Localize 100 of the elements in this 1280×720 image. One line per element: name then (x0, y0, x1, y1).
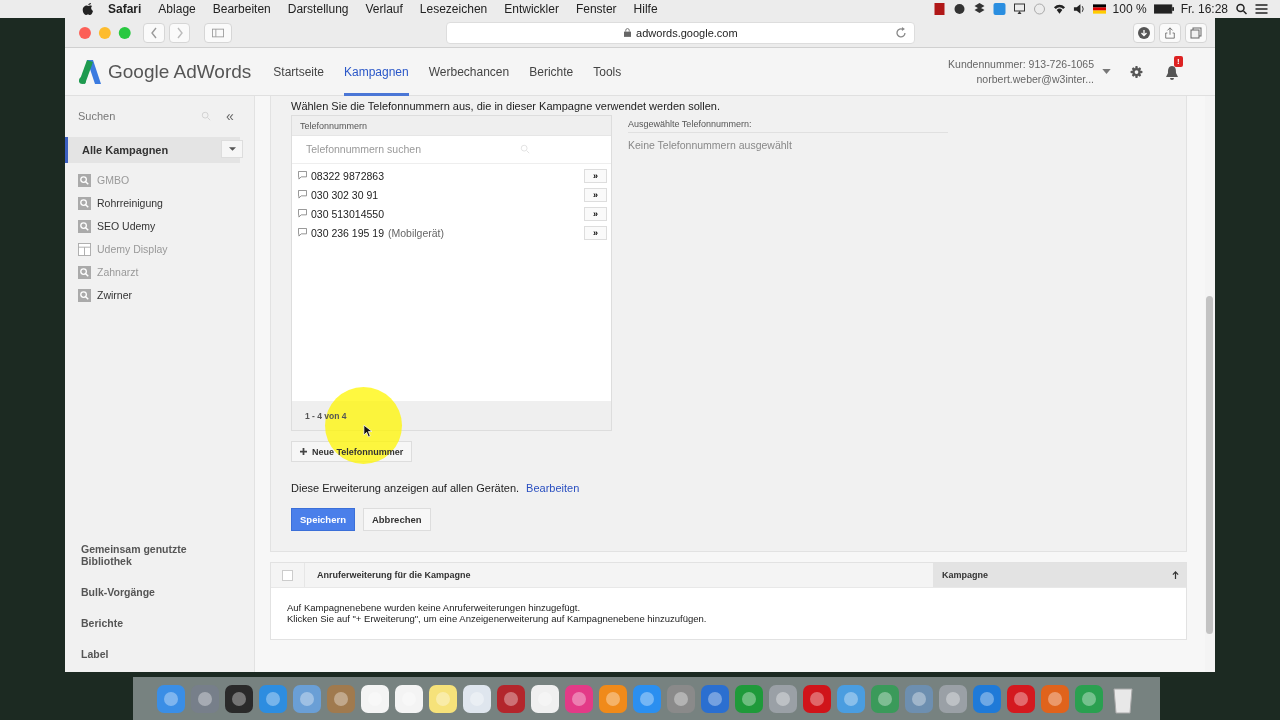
wifi-icon[interactable] (1052, 3, 1066, 15)
dropdown-button[interactable] (221, 140, 243, 158)
nav-tab[interactable]: Berichte (529, 47, 574, 96)
app-icon[interactable] (223, 683, 254, 714)
column-header[interactable]: Kampagne (933, 563, 1186, 587)
sort-arrow-icon[interactable] (1172, 571, 1179, 579)
app-icon[interactable] (325, 683, 356, 714)
tabs-button[interactable] (1185, 22, 1207, 43)
app-icon[interactable] (427, 683, 458, 714)
app-icon[interactable] (291, 683, 322, 714)
app-icon[interactable] (665, 683, 696, 714)
sidebar-button[interactable] (204, 22, 233, 43)
phone-search-field[interactable]: Telefonnummern suchen (297, 138, 537, 160)
scrollbar-thumb[interactable] (1206, 296, 1213, 634)
app-icon[interactable] (529, 683, 560, 714)
app-icon[interactable] (835, 683, 866, 714)
display-campaign-icon (78, 242, 91, 256)
nav-tab[interactable]: Tools (593, 47, 622, 96)
clock-icon[interactable] (1032, 3, 1046, 15)
app-icon[interactable] (801, 683, 832, 714)
add-number-button[interactable]: » (584, 168, 607, 183)
menu-item[interactable]: Bearbeiten (212, 2, 271, 16)
apple-icon[interactable] (82, 2, 94, 16)
app-icon[interactable] (597, 683, 628, 714)
sidebar-icon[interactable] (212, 26, 225, 39)
menu-item[interactable]: Verlauf (365, 2, 403, 16)
address-bar[interactable]: adwords.google.com (446, 21, 916, 44)
display-icon[interactable] (1012, 3, 1026, 15)
app-icon[interactable] (189, 683, 220, 714)
menu-item[interactable]: Fenster (575, 2, 617, 16)
campaign-link[interactable]: SEO Udemy (97, 220, 156, 232)
app-icon[interactable] (393, 683, 424, 714)
campaign-link[interactable]: Zwirner (97, 289, 132, 301)
nav-tab[interactable]: Startseite (273, 47, 324, 96)
battery-icon[interactable] (1153, 3, 1174, 15)
list-icon[interactable] (1255, 3, 1268, 15)
search-field[interactable]: Suchen (78, 105, 218, 127)
save-button[interactable]: Speichern (291, 508, 355, 531)
app-icon[interactable] (767, 683, 798, 714)
app-icon[interactable] (699, 683, 730, 714)
caret-icon[interactable] (228, 147, 236, 151)
app-icon[interactable] (631, 683, 662, 714)
menu-item[interactable]: Lesezeichen (419, 2, 488, 16)
checkbox[interactable] (282, 569, 293, 581)
nav-tab[interactable]: Werbechancen (428, 47, 510, 96)
search-campaign-icon (78, 173, 91, 187)
reload-icon[interactable] (895, 26, 908, 39)
share-icon[interactable] (1164, 26, 1177, 39)
sidebar-link[interactable]: Label (81, 648, 201, 660)
menu-item[interactable]: Hilfe (633, 2, 658, 16)
app-icon[interactable] (971, 683, 1002, 714)
cancel-button[interactable]: Abbrechen (362, 508, 431, 531)
menu-item[interactable]: Entwickler (504, 2, 559, 16)
download-button[interactable] (1133, 22, 1156, 43)
back-button[interactable] (142, 22, 165, 43)
app-icon[interactable] (155, 683, 186, 714)
campaign-link[interactable]: Rohrreinigung (97, 197, 163, 209)
app-icon[interactable] (461, 683, 492, 714)
app-icon[interactable] (869, 683, 900, 714)
menu-item[interactable]: Darstellung (287, 2, 349, 16)
flag-icon[interactable] (1092, 3, 1106, 15)
search-campaign-icon (78, 265, 91, 279)
account-email[interactable]: norbert.weber@w3inter... (976, 73, 1094, 85)
search-icon[interactable] (1235, 3, 1248, 15)
app-icon[interactable] (1005, 683, 1036, 714)
app-icon[interactable] (359, 683, 390, 714)
menu-item[interactable]: Ablage (158, 2, 196, 16)
add-number-button[interactable]: » (584, 206, 607, 221)
sidebar-link[interactable]: Berichte (81, 617, 201, 629)
app-tile-icon[interactable] (992, 3, 1006, 15)
notification-bell-icon[interactable] (1165, 64, 1179, 81)
app-menu[interactable]: Safari (108, 2, 142, 16)
app-icon[interactable] (563, 683, 594, 714)
tabs-icon[interactable] (1190, 26, 1203, 39)
caret-icon[interactable] (1102, 69, 1111, 74)
phone-number: 030 513014550 (311, 207, 384, 220)
app-icon[interactable] (257, 683, 288, 714)
app-icon[interactable] (1039, 683, 1070, 714)
forward-button[interactable] (168, 22, 191, 43)
app-icon[interactable] (495, 683, 526, 714)
app-icon[interactable] (733, 683, 764, 714)
speech-bubble-icon (298, 190, 307, 199)
settings-icon[interactable] (1129, 63, 1144, 80)
volume-icon[interactable] (1072, 3, 1086, 15)
sidebar-link[interactable]: Bulk-Vorgänge (81, 586, 201, 598)
app-icon[interactable] (903, 683, 934, 714)
add-number-button[interactable]: » (584, 225, 607, 240)
collapse-button[interactable]: « (226, 108, 234, 124)
recording-icon[interactable] (932, 3, 946, 15)
edit-link[interactable]: Bearbeiten (526, 482, 580, 494)
app-icon[interactable] (1073, 683, 1104, 714)
all-campaigns-item[interactable]: Alle Kampagnen (65, 137, 240, 163)
circle-icon[interactable] (952, 3, 966, 15)
app-icon[interactable] (937, 683, 968, 714)
window-controls-drawing[interactable] (79, 26, 131, 39)
download-icon[interactable] (1138, 26, 1151, 39)
column-header[interactable]: Anruferweiterung für die Kampagne (305, 563, 933, 587)
sidebar-link[interactable]: Gemeinsam genutzte Bibliothek (81, 543, 201, 567)
add-number-button[interactable]: » (584, 187, 607, 202)
logo-text[interactable]: Google AdWords (108, 60, 252, 83)
